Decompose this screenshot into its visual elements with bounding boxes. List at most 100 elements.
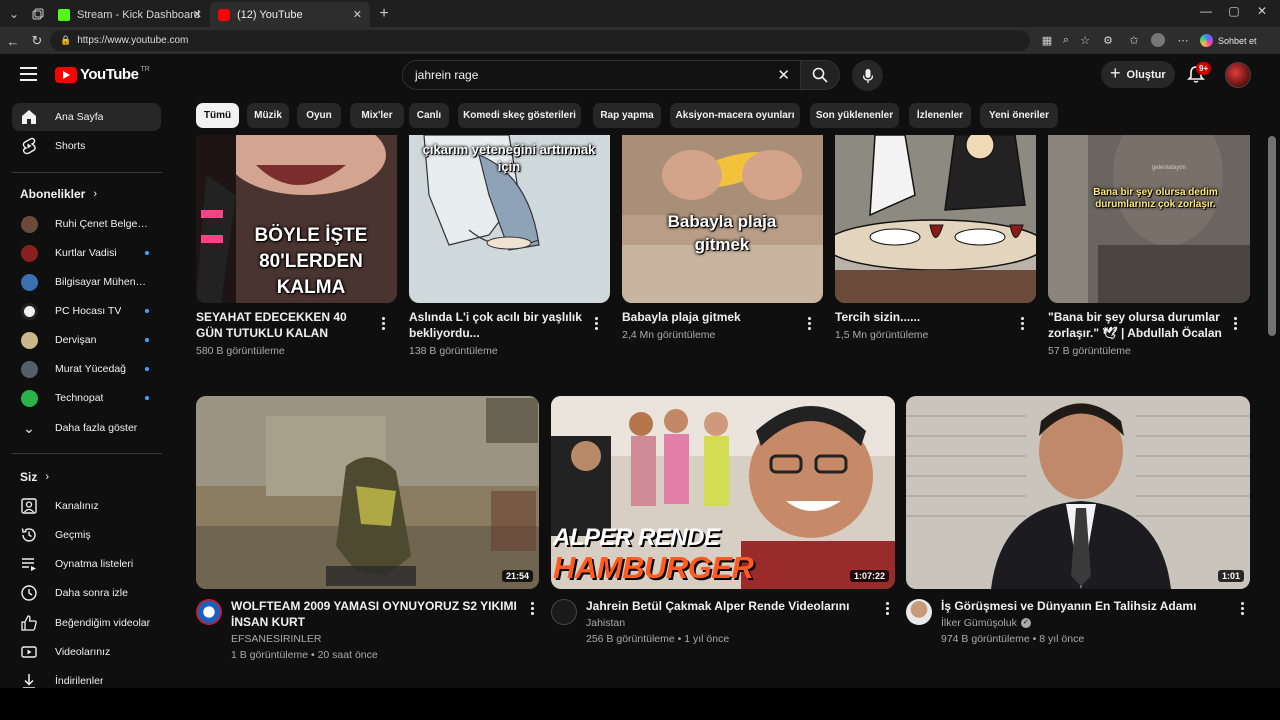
minimize-button[interactable]: —	[1196, 4, 1216, 18]
short-thumbnail[interactable]: çıkarım yeteneğini arttırmak için	[409, 135, 610, 303]
copilot-chat-button[interactable]: Sohbet et	[1200, 32, 1257, 49]
subscription-item[interactable]: Murat Yücedağ	[12, 355, 161, 383]
channel-avatar[interactable]	[196, 599, 222, 625]
subscription-item[interactable]: Bilgisayar Mühendi...	[12, 268, 161, 296]
channel-avatar[interactable]	[906, 599, 932, 625]
chip-action-adventure-games[interactable]: Aksiyon-macera oyunları	[670, 103, 800, 128]
url-field[interactable]: 🔒 https://www.youtube.com	[50, 30, 1030, 51]
watch-later-icon	[21, 585, 37, 601]
short-thumbnail[interactable]: Babayla plaja gitmek	[622, 135, 823, 303]
search-button[interactable]	[800, 60, 840, 90]
more-options-icon[interactable]	[1237, 599, 1247, 617]
sidebar-item-history[interactable]: Geçmiş	[12, 521, 161, 549]
scrollbar-thumb[interactable]	[1268, 136, 1276, 336]
video-duration: 1:01	[1217, 570, 1244, 582]
video-title[interactable]: İş Görüşmesi ve Dünyanın En Talihsiz Ada…	[941, 598, 1231, 614]
short-thumbnail[interactable]: BÖYLE İŞTE 80'LERDEN KALMA	[196, 135, 397, 303]
sidebar-item-liked-videos[interactable]: Beğendiğim videolar	[12, 609, 161, 637]
new-tab-button[interactable]: +	[374, 4, 394, 24]
short-views: 580 B görüntüleme	[196, 345, 285, 357]
subscription-item[interactable]: PC Hocası TV	[12, 297, 161, 325]
you-heading[interactable]: Siz ›	[20, 470, 49, 484]
sidebar-item-label: Oynatma listeleri	[55, 558, 134, 570]
zoom-icon[interactable]: ⌕	[1059, 33, 1073, 47]
channel-name[interactable]: EFSANESIRINLER	[231, 633, 321, 645]
subscription-item[interactable]: Dervişan	[12, 326, 161, 354]
chevron-right-icon: ›	[93, 188, 98, 200]
favorite-star-icon[interactable]: ☆	[1078, 33, 1092, 47]
new-content-dot	[145, 338, 149, 342]
more-options-icon[interactable]	[591, 314, 601, 332]
app-available-icon[interactable]: ▦	[1040, 33, 1054, 47]
video-thumbnail[interactable]: 21:54	[196, 396, 539, 589]
close-window-button[interactable]: ✕	[1252, 4, 1272, 18]
create-button[interactable]: + Oluştur	[1101, 61, 1175, 88]
channel-name[interactable]: Jahistan	[586, 617, 625, 629]
profile-avatar-icon[interactable]	[1151, 33, 1165, 47]
more-options-icon[interactable]	[378, 314, 388, 332]
sidebar-item-watch-later[interactable]: Daha sonra izle	[12, 579, 161, 607]
video-thumbnail-image	[196, 396, 539, 589]
video-thumbnail[interactable]: ALPER RENDE HAMBURGER 1:07:22	[551, 396, 895, 589]
more-options-icon[interactable]	[527, 599, 537, 617]
voice-search-button[interactable]	[852, 60, 883, 91]
subscription-item[interactable]: Kurtlar Vadisi	[12, 239, 161, 267]
chip-rap[interactable]: Rap yapma	[593, 103, 661, 128]
account-avatar[interactable]	[1225, 62, 1251, 88]
more-options-icon[interactable]	[1017, 314, 1027, 332]
maximize-button[interactable]: ▢	[1224, 4, 1244, 18]
chip-new-to-you[interactable]: Yeni öneriler	[980, 103, 1058, 128]
browser-tab-kick[interactable]: Stream - Kick Dashboard ✕	[50, 2, 210, 27]
short-thumbnail[interactable]	[835, 135, 1036, 303]
more-options-icon[interactable]	[804, 314, 814, 332]
chip-mixes[interactable]: Mix'ler	[350, 103, 404, 128]
chip-watched[interactable]: İzlenenler	[909, 103, 971, 128]
subscriptions-heading[interactable]: Abonelikler ›	[20, 187, 97, 201]
short-title[interactable]: "Bana bir şey olursa durumlar zorlaşır."…	[1048, 309, 1223, 341]
chip-gaming[interactable]: Oyun	[297, 103, 341, 128]
back-arrow-icon[interactable]: ←	[4, 32, 22, 50]
browser-tab-youtube[interactable]: (12) YouTube ✕	[210, 2, 370, 27]
channel-avatar	[21, 273, 38, 291]
video-title[interactable]: WOLFTEAM 2009 YAMASI OYNUYORUZ S2 YIKIMI…	[231, 598, 521, 630]
menu-hamburger-icon[interactable]	[20, 67, 37, 81]
subscription-item[interactable]: Ruhi Çenet Belgesel...	[12, 210, 161, 238]
workspaces-icon[interactable]	[28, 4, 48, 24]
search-input[interactable]: jahrein rage ✕	[402, 60, 801, 90]
tab-close-icon[interactable]: ✕	[193, 8, 202, 21]
chip-music[interactable]: Müzik	[247, 103, 289, 128]
extensions-icon[interactable]: ⚙	[1101, 33, 1115, 47]
sidebar-item-downloads[interactable]: İndirilenler	[12, 667, 161, 688]
sidebar-item-home[interactable]: Ana Sayfa	[12, 103, 161, 131]
short-title[interactable]: Aslında L'i çok acılı bir yaşlılık bekli…	[409, 309, 584, 341]
more-options-icon[interactable]	[1230, 314, 1240, 332]
site-info-icon[interactable]: 🔒	[60, 35, 71, 46]
short-title[interactable]: Babayla plaja gitmek	[622, 309, 797, 325]
tab-list-chevron-icon[interactable]: ⌄	[4, 4, 24, 24]
video-thumbnail[interactable]: 1:01	[906, 396, 1250, 589]
sidebar-item-channel[interactable]: Kanalınız	[12, 492, 161, 520]
chip-all[interactable]: Tümü	[196, 103, 239, 128]
more-options-icon[interactable]: ⋯	[1176, 33, 1190, 47]
favorites-icon[interactable]: ✩	[1127, 33, 1141, 47]
short-title[interactable]: SEYAHAT EDECEKKEN 40 GÜN TUTUKLU KALAN Y…	[196, 309, 371, 341]
short-views: 138 B görüntüleme	[409, 345, 498, 357]
chip-recently-uploaded[interactable]: Son yüklenenler	[810, 103, 899, 128]
show-more-button[interactable]: ⌄ Daha fazla göster	[12, 414, 161, 442]
chip-live[interactable]: Canlı	[409, 103, 449, 128]
tab-close-icon[interactable]: ✕	[353, 8, 362, 21]
sidebar-item-playlists[interactable]: Oynatma listeleri	[12, 550, 161, 578]
sidebar-item-shorts[interactable]: Shorts	[12, 132, 161, 160]
short-title[interactable]: Tercih sizin......	[835, 309, 1010, 325]
chip-comedy-sketches[interactable]: Komedi skeç gösterileri	[458, 103, 581, 128]
more-options-icon[interactable]	[882, 599, 892, 617]
subscription-item[interactable]: Technopat	[12, 384, 161, 412]
sidebar-item-your-videos[interactable]: Videolarınız	[12, 638, 161, 666]
video-title[interactable]: Jahrein Betül Çakmak Alper Rende Videola…	[586, 598, 876, 614]
youtube-logo[interactable]: YouTube TR	[55, 66, 150, 83]
channel-avatar[interactable]	[551, 599, 577, 625]
channel-name[interactable]: İlker Gümüşoluk	[941, 617, 1017, 629]
reload-icon[interactable]: ↻	[28, 32, 46, 50]
clear-search-icon[interactable]: ✕	[777, 66, 790, 84]
short-thumbnail[interactable]: gelenlatayim Bana bir şey olursa dedim d…	[1048, 135, 1250, 303]
